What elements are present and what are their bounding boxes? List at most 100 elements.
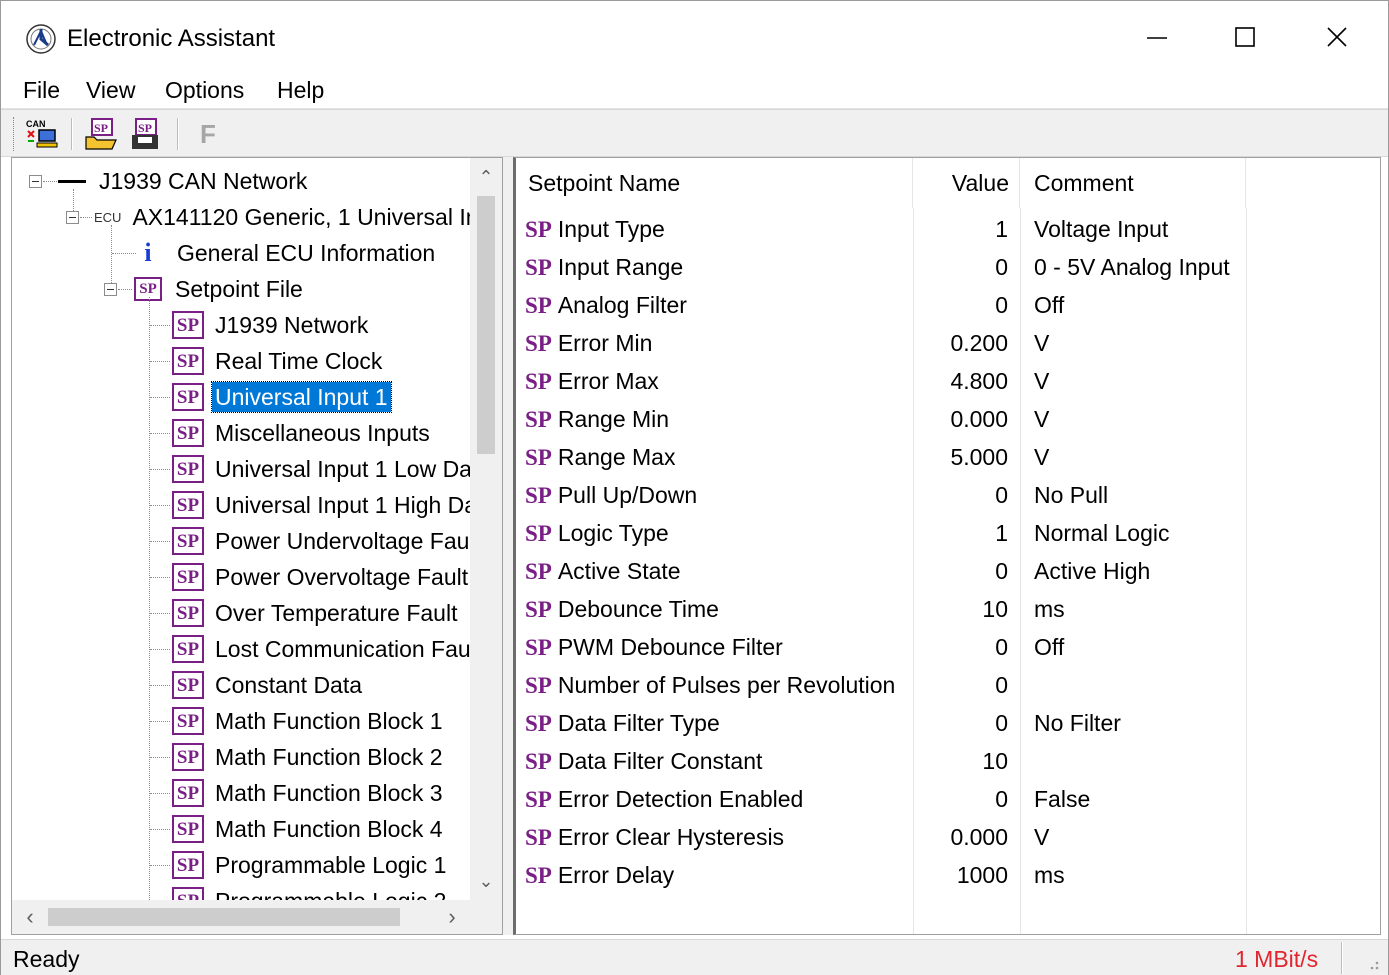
setpoint-value-cell[interactable]: 0 bbox=[913, 780, 1018, 818]
open-setpoint-file-button[interactable]: SP bbox=[83, 116, 121, 152]
setpoint-value-cell[interactable]: 0 bbox=[913, 704, 1018, 742]
header-comment[interactable]: Comment bbox=[1020, 158, 1246, 208]
tree-collapse-toggle[interactable] bbox=[66, 211, 79, 224]
setpoint-row[interactable]: SP Input Type 1 Voltage Input bbox=[516, 210, 1380, 248]
tree-node-setpoint-group[interactable]: SP Power Overvoltage Fault bbox=[172, 559, 470, 595]
setpoint-row[interactable]: SP Error Delay 1000 ms bbox=[516, 856, 1380, 894]
setpoint-row[interactable]: SP PWM Debounce Filter 0 Off bbox=[516, 628, 1380, 666]
setpoint-row[interactable]: SP Data Filter Constant 10 bbox=[516, 742, 1380, 780]
scroll-down-icon[interactable]: ⌄ bbox=[470, 866, 502, 896]
setpoint-row[interactable]: SP Data Filter Type 0 No Filter bbox=[516, 704, 1380, 742]
tree-node-setpoint-group[interactable]: SP Programmable Logic 1 bbox=[172, 847, 449, 883]
tree-node-setpoint-group[interactable]: SP Over Temperature Fault bbox=[172, 595, 460, 631]
tree-horizontal-scrollbar[interactable]: ‹ › bbox=[12, 900, 470, 934]
scroll-up-icon[interactable]: ⌃ bbox=[470, 162, 502, 192]
tree-collapse-toggle[interactable] bbox=[29, 175, 42, 188]
close-button[interactable] bbox=[1309, 13, 1365, 61]
menu-options[interactable]: Options bbox=[165, 75, 244, 105]
setpoint-value-cell[interactable]: 0 bbox=[913, 552, 1018, 590]
tree-node-setpoint-group[interactable]: SP Universal Input 1 Low Data bbox=[172, 451, 470, 487]
setpoint-value-cell[interactable]: 0 bbox=[913, 476, 1018, 514]
tree-node-setpoint-group[interactable]: SP Real Time Clock bbox=[172, 343, 385, 379]
tree-vertical-scroll-thumb[interactable] bbox=[477, 196, 495, 454]
setpoint-row[interactable]: SP Active State 0 Active High bbox=[516, 552, 1380, 590]
setpoint-row[interactable]: SP Error Min 0.200 V bbox=[516, 324, 1380, 362]
setpoint-group-icon: SP bbox=[172, 347, 204, 375]
tree-connector bbox=[150, 865, 170, 866]
setpoint-comment-cell: Off bbox=[1034, 292, 1065, 318]
tree-node-setpoint-file[interactable]: SP Setpoint File bbox=[134, 271, 306, 307]
tree-view[interactable]: J1939 CAN Network ECU AX141120 Generic, … bbox=[12, 158, 470, 900]
setpoint-grid[interactable]: Setpoint Name Value Comment SP Input Type… bbox=[513, 157, 1381, 935]
setpoint-row[interactable]: SP Analog Filter 0 Off bbox=[516, 286, 1380, 324]
setpoint-value-cell[interactable]: 0.200 bbox=[913, 324, 1018, 362]
resize-grip-icon[interactable] bbox=[1361, 952, 1381, 972]
can-connect-button[interactable]: CAN bbox=[23, 116, 61, 152]
sp-tag-icon: SP bbox=[525, 217, 552, 242]
tree-node-setpoint-group[interactable]: SP Programmable Logic 2 bbox=[172, 883, 449, 900]
setpoint-value-cell[interactable]: 1 bbox=[913, 514, 1018, 552]
toolbar-grip[interactable] bbox=[13, 117, 16, 151]
tree-node-setpoint-group[interactable]: SP Math Function Block 3 bbox=[172, 775, 446, 811]
tree-node-setpoint-group[interactable]: SP Math Function Block 2 bbox=[172, 739, 446, 775]
setpoint-value-cell[interactable]: 0 bbox=[913, 666, 1018, 704]
tree-node-network[interactable]: J1939 CAN Network bbox=[58, 163, 310, 199]
setpoint-row[interactable]: SP Error Max 4.800 V bbox=[516, 362, 1380, 400]
menu-file[interactable]: File bbox=[23, 75, 60, 105]
setpoint-value-cell[interactable]: 0 bbox=[913, 248, 1018, 286]
maximize-button[interactable] bbox=[1217, 13, 1273, 61]
tree-node-ecu[interactable]: ECU AX141120 Generic, 1 Universal In bbox=[94, 199, 470, 235]
setpoint-value-cell[interactable]: 0.000 bbox=[913, 818, 1018, 856]
tree-node-general-info[interactable]: i General ECU Information bbox=[142, 235, 438, 271]
title-bar[interactable]: Electronic Assistant bbox=[1, 1, 1388, 71]
setpoint-row[interactable]: SP Logic Type 1 Normal Logic bbox=[516, 514, 1380, 552]
tree-horizontal-scroll-thumb[interactable] bbox=[48, 908, 400, 926]
setpoint-value-cell[interactable]: 0.000 bbox=[913, 400, 1018, 438]
panel-splitter[interactable] bbox=[503, 157, 513, 935]
menu-bar: File View Options Help bbox=[1, 71, 1388, 109]
setpoint-value-cell[interactable]: 4.800 bbox=[913, 362, 1018, 400]
save-setpoint-file-button[interactable]: SP bbox=[127, 116, 165, 152]
flash-button[interactable]: F bbox=[189, 116, 227, 152]
setpoint-value-cell[interactable]: 1 bbox=[913, 210, 1018, 248]
setpoint-row[interactable]: SP Error Clear Hysteresis 0.000 V bbox=[516, 818, 1380, 856]
header-value[interactable]: Value bbox=[913, 158, 1020, 208]
menu-help[interactable]: Help bbox=[277, 75, 324, 105]
setpoint-row[interactable]: SP Range Max 5.000 V bbox=[516, 438, 1380, 476]
setpoint-row[interactable]: SP Pull Up/Down 0 No Pull bbox=[516, 476, 1380, 514]
tree-node-setpoint-group[interactable]: SP J1939 Network bbox=[172, 307, 371, 343]
header-setpoint-name[interactable]: Setpoint Name bbox=[516, 158, 913, 208]
setpoint-value-cell[interactable]: 5.000 bbox=[913, 438, 1018, 476]
scroll-left-icon[interactable]: ‹ bbox=[16, 902, 44, 932]
tree-node-general-info-label: General ECU Information bbox=[177, 240, 436, 266]
setpoint-row[interactable]: SP Error Detection Enabled 0 False bbox=[516, 780, 1380, 818]
tree-node-setpoint-group[interactable]: SP Math Function Block 4 bbox=[172, 811, 446, 847]
tree-node-setpoint-group[interactable]: SP Miscellaneous Inputs bbox=[172, 415, 433, 451]
tree-connector bbox=[111, 225, 112, 285]
scroll-right-icon[interactable]: › bbox=[438, 902, 466, 932]
tree-node-setpoint-group[interactable]: SP Universal Input 1 bbox=[172, 379, 392, 415]
tree-node-setpoint-group[interactable]: SP Power Undervoltage Fault bbox=[172, 523, 470, 559]
tree-collapse-toggle[interactable] bbox=[104, 283, 117, 296]
sp-tag-icon: SP bbox=[525, 597, 552, 622]
setpoint-comment-cell: ms bbox=[1034, 596, 1065, 622]
tree-node-setpoint-group[interactable]: SP Lost Communication Fault bbox=[172, 631, 470, 667]
tree-vertical-scrollbar[interactable]: ⌃ ⌄ bbox=[470, 158, 502, 900]
tree-node-setpoint-group[interactable]: SP Constant Data bbox=[172, 667, 365, 703]
tree-node-setpoint-group[interactable]: SP Math Function Block 1 bbox=[172, 703, 446, 739]
tree-node-setpoint-group[interactable]: SP Universal Input 1 High Data bbox=[172, 487, 470, 523]
ecu-tree-panel[interactable]: J1939 CAN Network ECU AX141120 Generic, … bbox=[11, 157, 503, 935]
setpoint-row[interactable]: SP Input Range 0 0 - 5V Analog Input bbox=[516, 248, 1380, 286]
minimize-button[interactable] bbox=[1129, 13, 1185, 61]
setpoint-value-cell[interactable]: 1000 bbox=[913, 856, 1018, 894]
setpoint-row[interactable]: SP Number of Pulses per Revolution 0 bbox=[516, 666, 1380, 704]
menu-view[interactable]: View bbox=[86, 75, 135, 105]
setpoint-value-cell[interactable]: 0 bbox=[913, 628, 1018, 666]
setpoint-value-cell[interactable]: 10 bbox=[913, 742, 1018, 780]
tree-connector bbox=[118, 289, 132, 290]
setpoint-value-cell[interactable]: 0 bbox=[913, 286, 1018, 324]
setpoint-row[interactable]: SP Debounce Time 10 ms bbox=[516, 590, 1380, 628]
setpoint-value-cell[interactable]: 10 bbox=[913, 590, 1018, 628]
tree-node-setpoint-group-label: J1939 Network bbox=[215, 312, 369, 338]
setpoint-row[interactable]: SP Range Min 0.000 V bbox=[516, 400, 1380, 438]
